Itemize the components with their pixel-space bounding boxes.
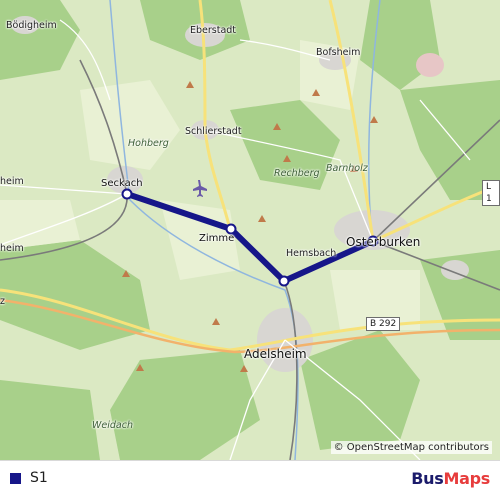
- place-label-barnholz: Barnholz: [326, 163, 368, 174]
- stop-label-zimmern: Zimme: [199, 233, 235, 244]
- road-shield-b292: B 292: [366, 317, 401, 331]
- stop-label-seckach: Seckach: [101, 178, 143, 189]
- brand-logo[interactable]: BusMaps: [411, 469, 490, 488]
- stop-adelsheim[interactable]: [278, 275, 290, 287]
- place-label-hohberg: Hohberg: [128, 138, 169, 149]
- map-attribution[interactable]: © OpenStreetMap contributors: [330, 441, 492, 454]
- place-label-heim-upper: heim: [0, 176, 24, 187]
- place-label-adelsheim: Adelsheim: [244, 347, 307, 361]
- legend-label-s1: S1: [30, 470, 48, 486]
- route-line-s1[interactable]: [124, 191, 376, 284]
- place-label-weidach: Weidach: [92, 420, 133, 431]
- place-label-eberstadt: Eberstadt: [190, 25, 237, 36]
- legend-swatch-s1: [10, 473, 21, 484]
- place-label-rechberg: Rechberg: [274, 168, 320, 179]
- airfield-icon: [193, 180, 207, 197]
- brand-logo-part2: Maps: [443, 469, 491, 488]
- map-base: [0, 0, 500, 460]
- road-shield-l1: L 1: [482, 180, 500, 206]
- stop-seckach[interactable]: [121, 188, 133, 200]
- place-label-heim-lower: heim: [0, 243, 24, 254]
- place-label-schlierstadt: Schlierstadt: [185, 126, 242, 137]
- stop-label-osterburken: Osterburken: [346, 235, 421, 249]
- brand-logo-part1: Bus: [411, 469, 444, 488]
- place-label-bofsheim: Bofsheim: [316, 47, 361, 58]
- map-view[interactable]: Bödigheim Eberstadt Bofsheim Schlierstad…: [0, 0, 500, 460]
- place-label-z: z: [0, 296, 5, 307]
- place-label-hemsbach: Hemsbach: [286, 248, 337, 259]
- place-label-boedigheim: Bödigheim: [6, 20, 57, 31]
